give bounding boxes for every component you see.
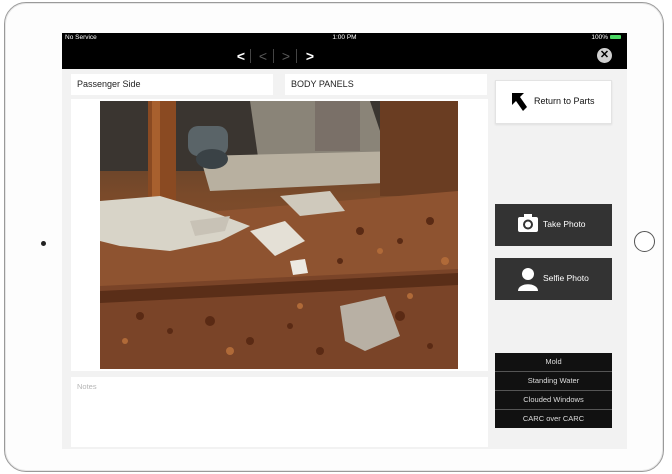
status-time: 1:00 PM (332, 34, 357, 41)
previous-arrow[interactable]: < (233, 47, 249, 65)
photo-container (71, 99, 488, 371)
nav-divider (250, 49, 251, 63)
rusted-body-panel-photo[interactable] (100, 101, 458, 369)
nav-bar: < < > > ✕ (62, 43, 627, 69)
selfie-photo-button[interactable]: Selfie Photo (495, 258, 612, 300)
return-to-parts-button[interactable]: Return to Parts (495, 80, 612, 124)
next-disabled-arrow[interactable]: > (278, 47, 294, 65)
notes-field[interactable]: Notes (71, 377, 488, 447)
return-to-parts-label: Return to Parts (534, 96, 595, 106)
take-photo-button[interactable]: Take Photo (495, 204, 612, 246)
nav-divider (273, 49, 274, 63)
battery-icon (610, 35, 621, 40)
side-field[interactable]: Passenger Side (71, 74, 273, 95)
home-button[interactable] (634, 231, 655, 252)
notes-placeholder: Notes (77, 382, 97, 391)
condition-item-mold[interactable]: Mold (495, 353, 612, 372)
condition-item-standing-water[interactable]: Standing Water (495, 372, 612, 391)
camera-icon (517, 213, 539, 238)
category-field[interactable]: BODY PANELS (285, 74, 487, 95)
return-arrow-icon (510, 91, 528, 118)
selfie-photo-label: Selfie Photo (543, 273, 589, 283)
tablet-frame: No Service 1:00 PM 100% < < > > ✕ Passen… (4, 2, 664, 472)
battery-percent: 100% (591, 34, 608, 41)
camera-dot (41, 241, 46, 246)
condition-item-clouded-windows[interactable]: Clouded Windows (495, 391, 612, 410)
condition-item-carc-over-carc[interactable]: CARC over CARC (495, 410, 612, 428)
conditions-list: Mold Standing Water Clouded Windows CARC… (495, 353, 612, 428)
battery-status: 100% (591, 34, 621, 41)
person-icon (517, 267, 539, 296)
take-photo-label: Take Photo (543, 219, 586, 229)
close-icon[interactable]: ✕ (597, 48, 612, 63)
nav-divider (296, 49, 297, 63)
status-bar: No Service 1:00 PM 100% (62, 33, 627, 43)
previous-disabled-arrow[interactable]: < (255, 47, 271, 65)
app-screen: No Service 1:00 PM 100% < < > > ✕ Passen… (62, 33, 627, 449)
next-arrow[interactable]: > (302, 47, 318, 65)
